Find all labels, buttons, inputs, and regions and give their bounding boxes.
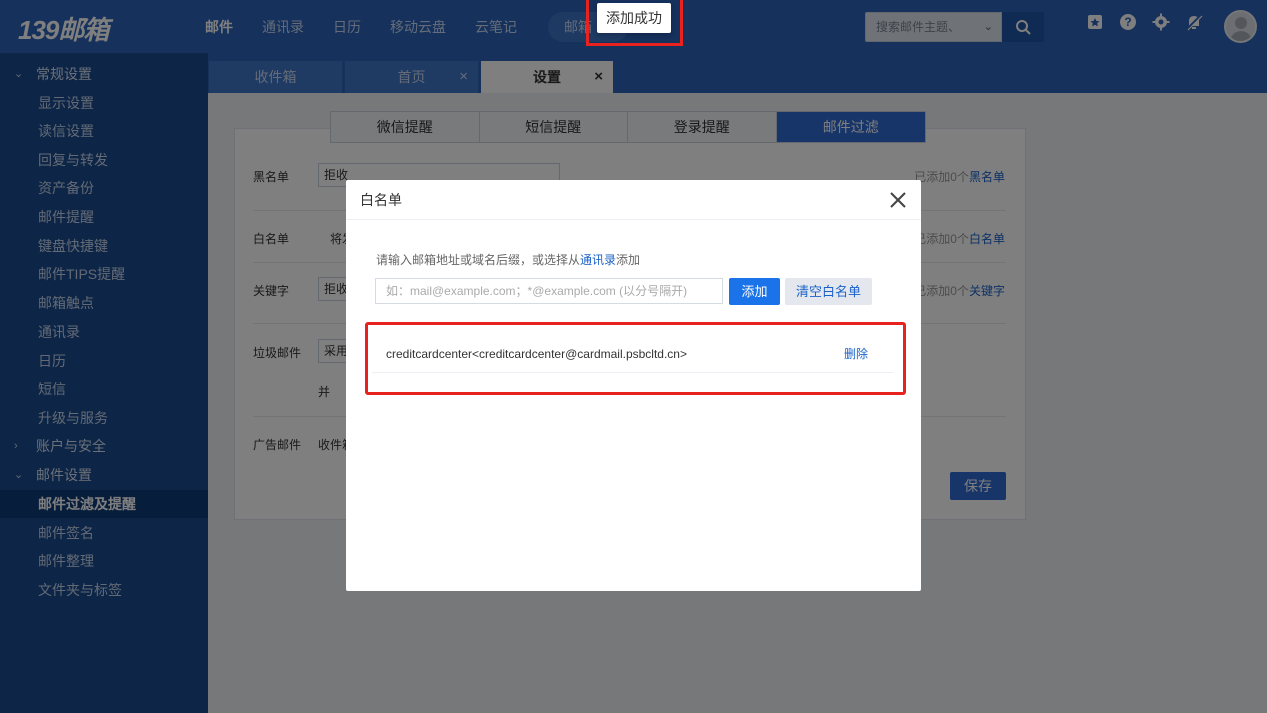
add-button[interactable]: 添加 — [729, 278, 780, 305]
clear-whitelist-button[interactable]: 清空白名单 — [785, 278, 872, 305]
whitelist-input-placeholder: 如：mail@example.com；*@example.com (以分号隔开) — [386, 284, 688, 298]
hint-prefix: 请输入邮箱地址或域名后缀，或选择从 — [376, 253, 581, 267]
whitelist-input[interactable]: 如：mail@example.com；*@example.com (以分号隔开) — [375, 278, 723, 304]
close-icon[interactable] — [887, 189, 909, 211]
entry-highlight — [365, 322, 906, 395]
modal-hint: 请输入邮箱地址或域名后缀，或选择从通讯录添加 — [376, 251, 640, 268]
toast-highlight — [586, 0, 683, 46]
modal-header: 白名单 — [346, 180, 921, 220]
hint-suffix: 添加 — [616, 253, 641, 267]
contacts-link[interactable]: 通讯录 — [580, 253, 616, 267]
modal-title: 白名单 — [360, 192, 402, 208]
